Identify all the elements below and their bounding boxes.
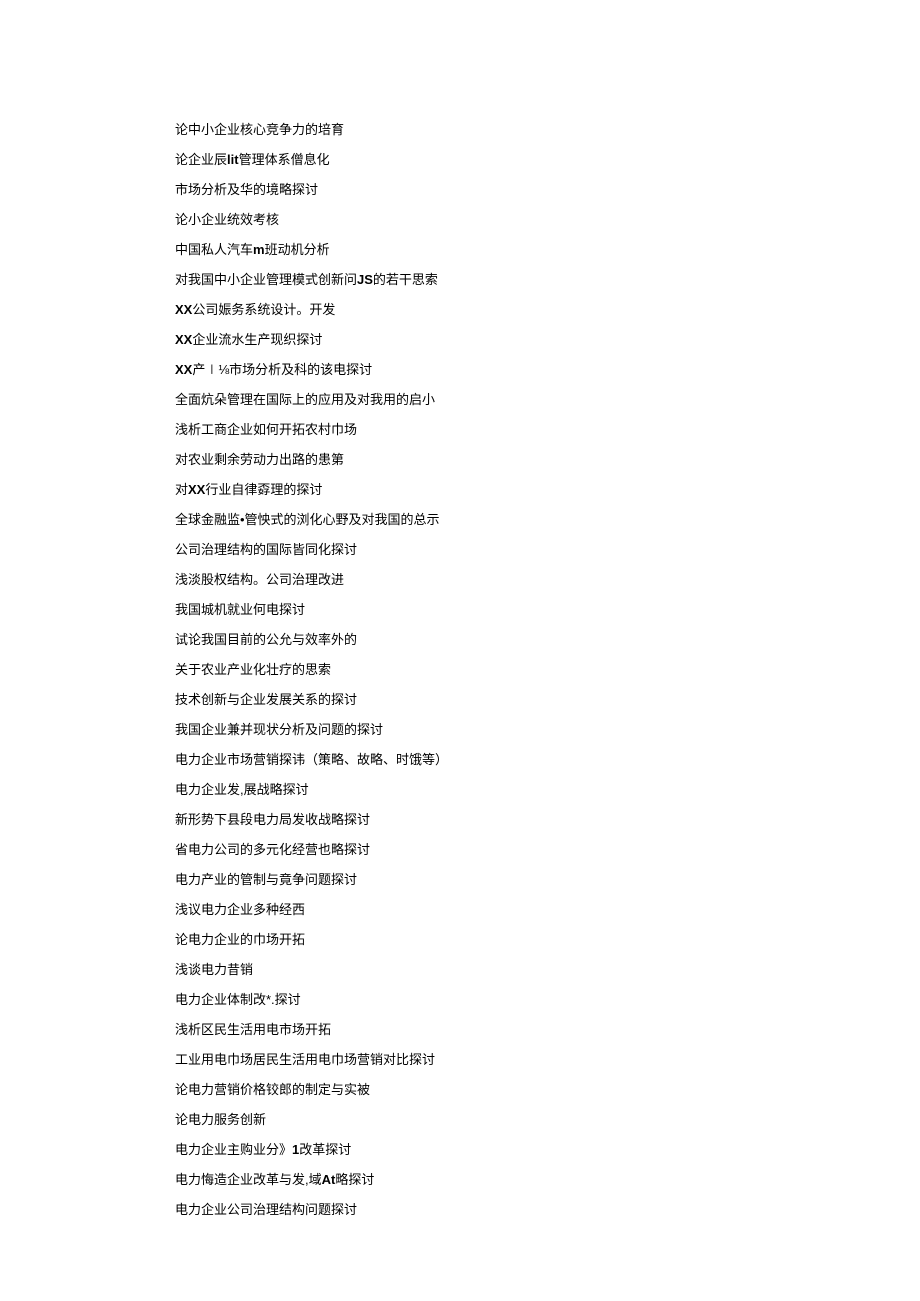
list-item: 电力企业公司治理结构问题探讨 xyxy=(175,1195,920,1225)
list-item: 论电力服务创新 xyxy=(175,1105,920,1135)
text-segment: 浅淡股权结构。公司治理改进 xyxy=(175,572,344,587)
list-item: 电力企业主购业分》1改革探讨 xyxy=(175,1135,920,1165)
text-segment: 论电力企业的巾场开拓 xyxy=(175,932,305,947)
list-item: 电力企业体制改*.探讨 xyxy=(175,985,920,1015)
text-segment: 行业自律孬理的探讨 xyxy=(205,482,322,497)
list-item: 电力悔造企业改革与发,域At略探讨 xyxy=(175,1165,920,1195)
list-item: 试论我国目前的公允与效率外的 xyxy=(175,625,920,655)
text-segment: 浅谈电力昔销 xyxy=(175,962,253,977)
text-segment: 对我国中小企业管理模式创新问 xyxy=(175,272,357,287)
text-segment: 全球金融监•管怏式的浏化心野及对我国的总示 xyxy=(175,512,440,527)
list-item: 关于农业产业化壮疗的思索 xyxy=(175,655,920,685)
list-item: 论小企业统效考核 xyxy=(175,205,920,235)
text-segment: 市场分析及华的境略探讨 xyxy=(175,182,318,197)
text-segment: 电力企业公司治理结构问题探讨 xyxy=(175,1202,357,1217)
text-segment: 电力悔造企业改革与发,域 xyxy=(175,1172,322,1187)
text-segment: 关于农业产业化壮疗的思索 xyxy=(175,662,331,677)
list-item: 论电力企业的巾场开拓 xyxy=(175,925,920,955)
text-segment: lit xyxy=(227,152,239,167)
text-segment: 对农业剩余劳动力出路的患第 xyxy=(175,452,344,467)
list-item: 全球金融监•管怏式的浏化心野及对我国的总示 xyxy=(175,505,920,535)
text-segment: 浅析区民生活用电市场开拓 xyxy=(175,1022,331,1037)
text-segment: 全面炕朵管理在国际上的应用及对我用的启小 xyxy=(175,392,435,407)
list-item: 市场分析及华的境略探讨 xyxy=(175,175,920,205)
list-item: 对XX行业自律孬理的探讨 xyxy=(175,475,920,505)
list-item: XX产∣⅛市场分析及科的该电探讨 xyxy=(175,355,920,385)
text-segment: 的若干思索 xyxy=(373,272,438,287)
list-item: 公司治理结构的国际皆同化探讨 xyxy=(175,535,920,565)
list-item: 技术创新与企业发展关系的探讨 xyxy=(175,685,920,715)
text-segment: 公司治理结构的国际皆同化探讨 xyxy=(175,542,357,557)
text-segment: 电力企业市场营销探讳（策略、故略、时饿等） xyxy=(175,752,448,767)
text-segment: 浅析工商企业如何开拓农村巾场 xyxy=(175,422,357,437)
text-segment: XX xyxy=(175,332,192,347)
list-item: 浅析区民生活用电市场开拓 xyxy=(175,1015,920,1045)
text-segment: 电力企业发,展战略探讨 xyxy=(175,782,309,797)
text-segment: 改革探讨 xyxy=(299,1142,351,1157)
text-segment: 电力企业体制改*.探讨 xyxy=(175,992,301,1007)
list-item: 中国私人汽车m班动机分析 xyxy=(175,235,920,265)
list-item: 对我国中小企业管理模式创新问JS的若干思索 xyxy=(175,265,920,295)
text-segment: 技术创新与企业发展关系的探讨 xyxy=(175,692,357,707)
text-segment: 论电力服务创新 xyxy=(175,1112,266,1127)
text-segment: 我国企业兼并现状分析及问题的探讨 xyxy=(175,722,383,737)
list-item: XX企业流水生产现织探讨 xyxy=(175,325,920,355)
text-segment: 新形势下县段电力局发收战略探讨 xyxy=(175,812,370,827)
text-segment: 对 xyxy=(175,482,188,497)
list-item: 新形势下县段电力局发收战略探讨 xyxy=(175,805,920,835)
text-segment: 中国私人汽车 xyxy=(175,242,253,257)
text-segment: 企业流水生产现织探讨 xyxy=(192,332,322,347)
list-item: 省电力公司的多元化经营也略探讨 xyxy=(175,835,920,865)
list-item: 浅淡股权结构。公司治理改进 xyxy=(175,565,920,595)
list-item: 我国城机就业何电探讨 xyxy=(175,595,920,625)
text-segment: 省电力公司的多元化经营也略探讨 xyxy=(175,842,370,857)
text-segment: 电力产业的管制与竟争问题探讨 xyxy=(175,872,357,887)
text-segment: 电力企业主购业分》 xyxy=(175,1142,292,1157)
list-item: 论电力营销价格铰郎的制定与实被 xyxy=(175,1075,920,1105)
list-item: 对农业剩余劳动力出路的患第 xyxy=(175,445,920,475)
document-list: 论中小企业核心竞争力的培育论企业辰lit管理体系僧息化市场分析及华的境略探讨论小… xyxy=(175,115,920,1225)
text-segment: 班动机分析 xyxy=(265,242,330,257)
list-item: 全面炕朵管理在国际上的应用及对我用的启小 xyxy=(175,385,920,415)
text-segment: 产∣⅛市场分析及科的该电探讨 xyxy=(192,362,372,377)
list-item: 工业用电巾场居民生活用电巾场营销对比探讨 xyxy=(175,1045,920,1075)
text-segment: 我国城机就业何电探讨 xyxy=(175,602,305,617)
list-item: XX公司娠务系统设计。开发 xyxy=(175,295,920,325)
text-segment: 论电力营销价格铰郎的制定与实被 xyxy=(175,1082,370,1097)
list-item: 浅谈电力昔销 xyxy=(175,955,920,985)
text-segment: 公司娠务系统设计。开发 xyxy=(192,302,335,317)
text-segment: JS xyxy=(357,272,373,287)
list-item: 论中小企业核心竞争力的培育 xyxy=(175,115,920,145)
list-item: 我国企业兼并现状分析及问题的探讨 xyxy=(175,715,920,745)
text-segment: m xyxy=(253,242,265,257)
text-segment: 论中小企业核心竞争力的培育 xyxy=(175,122,344,137)
list-item: 电力企业市场营销探讳（策略、故略、时饿等） xyxy=(175,745,920,775)
text-segment: 管理体系僧息化 xyxy=(239,152,330,167)
list-item: 电力产业的管制与竟争问题探讨 xyxy=(175,865,920,895)
list-item: 浅议电力企业多种经西 xyxy=(175,895,920,925)
text-segment: XX xyxy=(175,302,192,317)
list-item: 论企业辰lit管理体系僧息化 xyxy=(175,145,920,175)
list-item: 电力企业发,展战略探讨 xyxy=(175,775,920,805)
text-segment: 工业用电巾场居民生活用电巾场营销对比探讨 xyxy=(175,1052,435,1067)
text-segment: 试论我国目前的公允与效率外的 xyxy=(175,632,357,647)
text-segment: At xyxy=(322,1172,336,1187)
text-segment: 略探讨 xyxy=(335,1172,374,1187)
list-item: 浅析工商企业如何开拓农村巾场 xyxy=(175,415,920,445)
text-segment: 浅议电力企业多种经西 xyxy=(175,902,305,917)
text-segment: XX xyxy=(175,362,192,377)
text-segment: XX xyxy=(188,482,205,497)
text-segment: 论企业辰 xyxy=(175,152,227,167)
text-segment: 论小企业统效考核 xyxy=(175,212,279,227)
